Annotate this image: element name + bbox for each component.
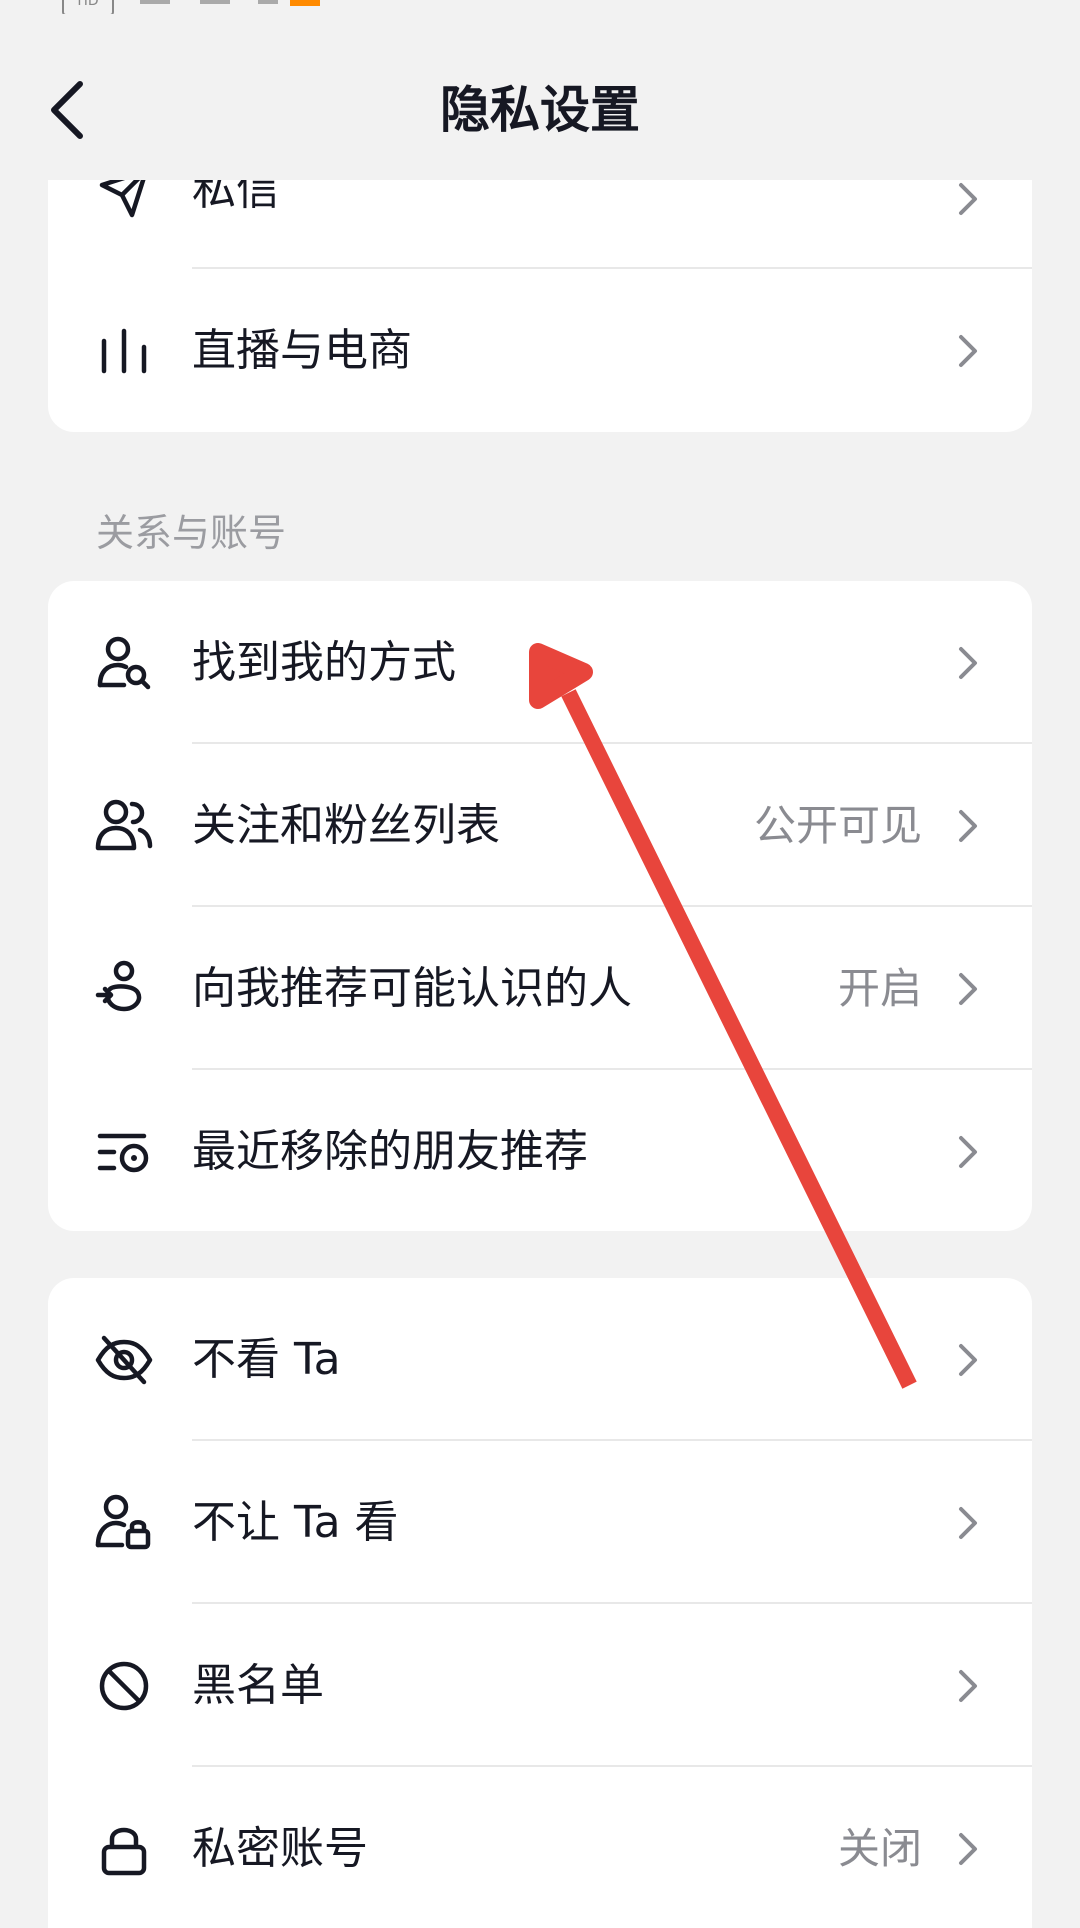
settings-row-label: 黑名单	[192, 1660, 324, 1711]
chevron-right-icon	[959, 1506, 977, 1539]
bar-chart-icon	[101, 328, 147, 373]
settings-row-value: 开启	[837, 964, 922, 1013]
settings-row-value: 关闭	[837, 1824, 922, 1873]
users-icon	[95, 799, 153, 850]
settings-row-find-me[interactable]: 找到我的方式	[48, 581, 1032, 744]
settings-row-value: 公开可见	[753, 801, 922, 850]
settings-row-label: 私信	[192, 180, 280, 215]
chevron-right-icon	[959, 1669, 977, 1702]
top-settings-card: 私信 直播与电商	[48, 180, 1032, 432]
settings-row-blacklist[interactable]: 黑名单	[48, 1604, 1032, 1767]
lock-icon	[101, 1827, 147, 1875]
eye-off-icon	[95, 1335, 153, 1384]
paper-plane-icon	[99, 180, 146, 217]
block-icon	[99, 1661, 149, 1710]
chevron-right-icon	[959, 182, 977, 215]
settings-row-label: 私密账号	[192, 1823, 368, 1874]
chevron-right-icon	[959, 1343, 977, 1376]
relations-card: 找到我的方式 关注和粉丝列表 公开可见 向我推荐可能认识的人 开启 最近移除的朋…	[48, 581, 1032, 1231]
settings-row-label: 直播与电商	[192, 325, 412, 376]
visibility-card: 不看 Ta 不让 Ta 看 黑名单 私密账号 关闭	[48, 1278, 1032, 1928]
signal-icon	[200, 0, 230, 4]
nav-bar: 隐私设置	[0, 40, 1080, 180]
chevron-right-icon	[959, 1135, 977, 1168]
signal-icon	[140, 0, 170, 4]
settings-row-label: 不让 Ta 看	[192, 1497, 399, 1548]
settings-row-label: 不看 Ta	[192, 1334, 341, 1385]
settings-row-private-account[interactable]: 私密账号 关闭	[48, 1767, 1032, 1928]
user-search-icon	[97, 636, 151, 689]
page-title: 隐私设置	[440, 81, 640, 139]
settings-row-direct-message[interactable]: 私信	[48, 180, 1032, 269]
settings-row-follow-list[interactable]: 关注和粉丝列表 公开可见	[48, 744, 1032, 907]
chevron-right-icon	[959, 1832, 977, 1865]
list-eye-icon	[97, 1133, 149, 1172]
settings-row-label: 关注和粉丝列表	[192, 800, 500, 851]
hd-badge: HD	[62, 0, 114, 14]
settings-row-label: 找到我的方式	[192, 637, 456, 688]
user-recommend-icon	[95, 960, 142, 1011]
status-bar: HD	[0, 0, 1080, 14]
chevron-right-icon	[959, 334, 977, 367]
user-lock-icon	[95, 1494, 151, 1549]
settings-row-hide-my-posts[interactable]: 不让 Ta 看	[48, 1441, 1032, 1604]
section-title-relations: 关系与账号	[96, 511, 287, 555]
settings-row-hide-their-posts[interactable]: 不看 Ta	[48, 1278, 1032, 1441]
chevron-right-icon	[959, 972, 977, 1005]
settings-row-recommend-people[interactable]: 向我推荐可能认识的人 开启	[48, 907, 1032, 1070]
data-badge-icon	[290, 0, 320, 6]
settings-row-removed-recommendations[interactable]: 最近移除的朋友推荐	[48, 1070, 1032, 1231]
settings-row-label: 向我推荐可能认识的人	[192, 963, 632, 1014]
chevron-right-icon	[959, 646, 977, 679]
settings-row-live-commerce[interactable]: 直播与电商	[48, 269, 1032, 432]
chevron-right-icon	[959, 809, 977, 842]
wifi-icon	[258, 0, 278, 4]
settings-row-label: 最近移除的朋友推荐	[192, 1126, 588, 1177]
